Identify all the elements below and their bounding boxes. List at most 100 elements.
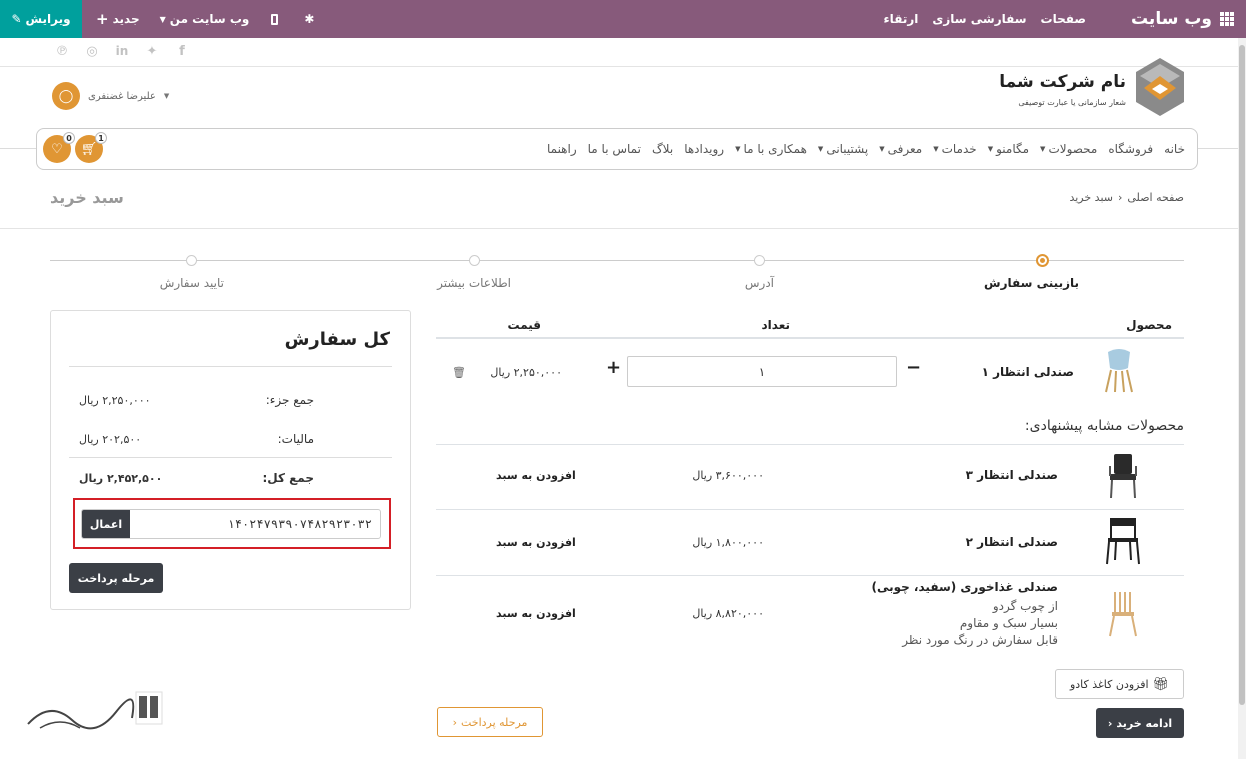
user-menu[interactable]: ◯ علیرضا غضنفری ▼: [52, 82, 169, 110]
quantity-input[interactable]: ۱: [627, 356, 897, 387]
caret-down-icon: ▼: [817, 145, 824, 153]
website-app-menu[interactable]: وب سایت: [1131, 0, 1234, 38]
facebook-icon[interactable]: f: [174, 44, 190, 59]
nav-links: خانه فروشگاه محصولات ▼ مگامنو ▼ خدمات ▼ معرفی ▼ پش…: [547, 129, 1185, 169]
checkout-progress-line: [50, 260, 1184, 261]
edit-button-label: ویرایش: [25, 12, 71, 26]
linkedin-icon[interactable]: in: [114, 44, 130, 59]
caret-down-icon: ▼: [987, 145, 994, 153]
continue-shopping-button[interactable]: ‹ ادامه خرید: [1096, 708, 1184, 738]
continue-shopping-label: ادامه خرید: [1116, 716, 1173, 730]
twitter-icon[interactable]: ✦: [144, 44, 160, 59]
new-button[interactable]: + جدید: [96, 10, 140, 28]
nav-item[interactable]: معرفی ▼: [879, 142, 922, 156]
caret-down-icon: ▼: [933, 145, 939, 153]
tax-label: مالیات:: [277, 432, 314, 446]
scrollbar-thumb[interactable]: [1239, 45, 1245, 705]
edit-button[interactable]: ✎ ویرایش: [0, 0, 82, 38]
coupon-input[interactable]: ۱۴۰۲۴۷۹۳۹۰۷۴۸۲۹۲۳۰۳۲ اعمال: [81, 509, 381, 539]
logo-mark-icon: [1136, 58, 1184, 116]
trash-icon[interactable]: 🗑︎: [452, 366, 466, 379]
pinterest-icon[interactable]: ℗: [54, 44, 70, 59]
column-header-product: محصول: [1126, 318, 1172, 332]
social-links: ℗ ◎ in ✦ f: [54, 44, 190, 59]
nav-item[interactable]: همکاری با ما ▼: [735, 142, 807, 156]
caret-down-icon: ▼: [1040, 145, 1046, 153]
user-name[interactable]: علیرضا غضنفری: [88, 91, 156, 102]
add-to-cart-button[interactable]: افزودن به سبد: [496, 469, 576, 482]
apps-grid-icon[interactable]: [1220, 12, 1234, 26]
debug-button[interactable]: ✱: [304, 12, 314, 26]
wishlist-button[interactable]: ♡ 0: [43, 132, 75, 163]
nav-item-label: رویدادها: [684, 142, 725, 156]
nav-item[interactable]: فروشگاه: [1108, 142, 1153, 156]
suggested-item-name[interactable]: صندلی انتظار ۲: [966, 535, 1058, 549]
nav-item-label: خدمات: [941, 142, 977, 156]
chevron-left-icon: ‹: [1117, 191, 1123, 204]
total-label: جمع کل:: [262, 471, 314, 485]
admin-actions: ✎ ویرایش + جدید ▼ وب سایت من ✱: [0, 0, 314, 38]
total-value: ۲,۴۵۲,۵۰۰ ریال: [79, 472, 163, 485]
pencil-icon: ✎: [11, 12, 22, 26]
quantity-value: ۱: [758, 364, 766, 379]
nav-item[interactable]: رویدادها: [684, 142, 724, 156]
caret-down-icon: ▼: [159, 14, 166, 24]
row-divider: [436, 444, 1184, 445]
step-review: بازبینی سفارش: [984, 276, 1079, 290]
add-to-cart-button[interactable]: افزودن به سبد: [496, 536, 576, 549]
caret-down-icon: ▼: [163, 92, 170, 100]
nav-item[interactable]: مگامنو ▼: [988, 142, 1029, 156]
heart-icon: ♡: [51, 141, 63, 157]
add-gift-wrap-button[interactable]: 🎁︎ افزودن کاغذ کادو: [1055, 669, 1184, 699]
chat-icon[interactable]: ◯: [52, 82, 80, 110]
cart-item-name[interactable]: صندلی انتظار ۱: [982, 365, 1074, 379]
decrease-quantity-button[interactable]: −: [906, 357, 921, 378]
chevron-left-icon: ‹: [452, 715, 457, 729]
nav-item[interactable]: خانه: [1164, 142, 1185, 156]
gift-icon: 🎁︎: [1152, 676, 1170, 692]
nav-item[interactable]: راهنما: [547, 142, 577, 156]
nav-item-label: پشتیبانی: [826, 142, 869, 156]
my-website-dropdown[interactable]: ▼ وب سایت من: [160, 12, 250, 26]
mobile-preview-button[interactable]: [271, 13, 279, 25]
checkout-button-bottom[interactable]: مرحله پرداخت ‹: [437, 707, 543, 737]
suggested-item-price: ۸,۸۲۰,۰۰۰ ریال: [692, 607, 764, 620]
app-brand-title[interactable]: وب سایت: [1131, 9, 1212, 29]
logo-title: نام شرکت شما: [999, 72, 1126, 92]
divider: [69, 457, 392, 458]
nav-item[interactable]: بلاگ: [652, 142, 673, 156]
cart-button[interactable]: 🛒︎ 1: [75, 132, 107, 163]
nav-item[interactable]: خدمات ▼: [933, 142, 977, 156]
nav-item[interactable]: محصولات ▼: [1040, 142, 1097, 156]
suggested-item-name[interactable]: صندلی انتظار ۳: [966, 468, 1058, 482]
apply-coupon-button[interactable]: اعمال: [82, 510, 130, 538]
nav-item[interactable]: تماس با ما: [588, 142, 641, 156]
bug-icon: ✱: [304, 12, 315, 26]
company-logo[interactable]: نام شرکت شما شعار سازمانی یا عبارت توصیف…: [999, 58, 1184, 120]
chair-image: [1106, 518, 1140, 565]
cart-item-price: ۲,۲۵۰,۰۰۰ ریال: [490, 366, 562, 379]
admin-nav-upgrade[interactable]: ارتقاء: [884, 12, 919, 26]
chevron-left-icon: ‹: [1107, 716, 1113, 730]
page-title: سبد خرید: [50, 188, 124, 207]
row-divider: [436, 509, 1184, 510]
product-description-line: قابل سفارش در رنگ مورد نظر: [902, 633, 1058, 647]
checkout-button[interactable]: مرحله پرداخت: [69, 563, 163, 593]
increase-quantity-button[interactable]: +: [606, 357, 621, 378]
step-extra-info: اطلاعات بیشتر: [437, 276, 511, 290]
nav-item-label: خانه: [1164, 142, 1185, 156]
suggested-item-name[interactable]: صندلی غذاخوری (سفید، چوبی): [871, 580, 1058, 594]
nav-item-label: همکاری با ما: [743, 142, 807, 156]
subtotal-value: ۲,۲۵۰,۰۰۰ ریال: [79, 394, 151, 407]
instagram-icon[interactable]: ◎: [84, 44, 100, 59]
caret-down-icon: ▼: [735, 145, 741, 153]
nav-item-label: محصولات: [1048, 142, 1098, 156]
breadcrumb-home[interactable]: صفحه اصلی: [1127, 191, 1184, 204]
admin-nav-pages[interactable]: صفحات: [1041, 12, 1086, 26]
new-button-label: جدید: [112, 12, 140, 26]
add-to-cart-button[interactable]: افزودن به سبد: [496, 607, 576, 620]
step-dot-review: [1036, 254, 1049, 267]
gift-button-label: افزودن کاغذ کادو: [1069, 677, 1149, 691]
admin-nav-customize[interactable]: سفارشی سازی: [932, 12, 1026, 26]
nav-item[interactable]: پشتیبانی ▼: [818, 142, 868, 156]
